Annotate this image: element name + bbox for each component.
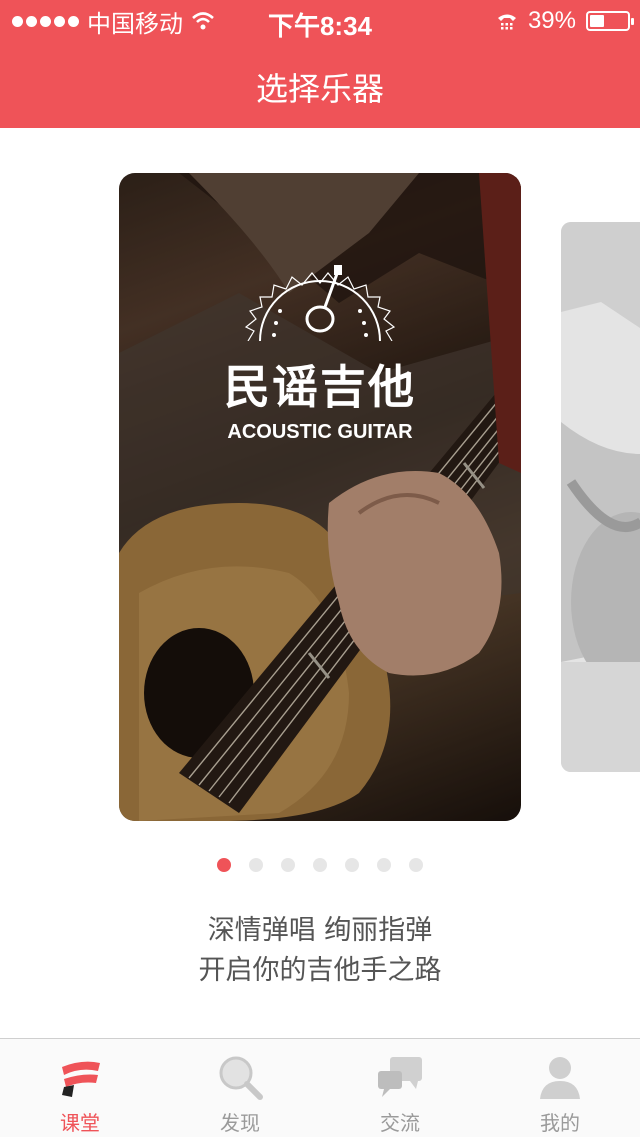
page-dot[interactable] [281,858,295,872]
instrument-card-acoustic-guitar[interactable]: 民谣吉他 ACOUSTIC GUITAR [119,173,521,821]
tab-chat[interactable]: 交流 [320,1039,480,1137]
battery-fill [590,15,604,27]
profile-icon [540,1057,580,1099]
card-title-cn: 民谣吉他 [224,360,416,414]
page-title: 选择乐器 [255,70,384,108]
instrument-card-next[interactable] [561,222,640,772]
tab-discover-label: 发现 [220,1111,260,1135]
search-icon [219,1056,263,1100]
page-dot[interactable] [345,858,359,872]
page-dot[interactable] [249,858,263,872]
page-dot[interactable] [217,858,231,872]
tab-chat-label: 交流 [380,1111,420,1135]
card-title-en: ACOUSTIC GUITAR [227,421,413,443]
tab-bar: 课堂 发现 交流 我的 [0,1038,640,1137]
tab-profile[interactable]: 我的 [480,1039,640,1137]
classroom-icon [62,1061,100,1097]
slogan-line-1: 深情弹唱 绚丽指弹 [207,915,433,946]
status-bar: 中国移动 下午8:34 39% [0,0,640,41]
guitar-badge-icon [244,265,396,342]
instrument-carousel[interactable]: 民谣吉他 ACOUSTIC GUITAR [0,128,640,848]
status-right: 39% [496,7,634,34]
page-dot[interactable] [377,858,391,872]
battery-icon [586,11,634,31]
page-dot[interactable] [313,858,327,872]
tab-discover[interactable]: 发现 [160,1039,320,1137]
nav-bar: 选择乐器 [0,40,640,128]
call-forward-icon [497,14,516,30]
card-logo: 民谣吉他 ACOUSTIC GUITAR [119,241,521,444]
next-card-photo [561,222,640,772]
tab-classroom-label: 课堂 [60,1111,100,1135]
tab-profile-label: 我的 [540,1111,580,1135]
page-dot[interactable] [409,858,423,872]
battery-percent: 39% [527,7,576,34]
tab-classroom[interactable]: 课堂 [0,1039,160,1137]
page-indicator [0,858,640,872]
chat-icon [378,1057,422,1097]
slogan-line-2: 开启你的吉他手之路 [198,955,442,986]
